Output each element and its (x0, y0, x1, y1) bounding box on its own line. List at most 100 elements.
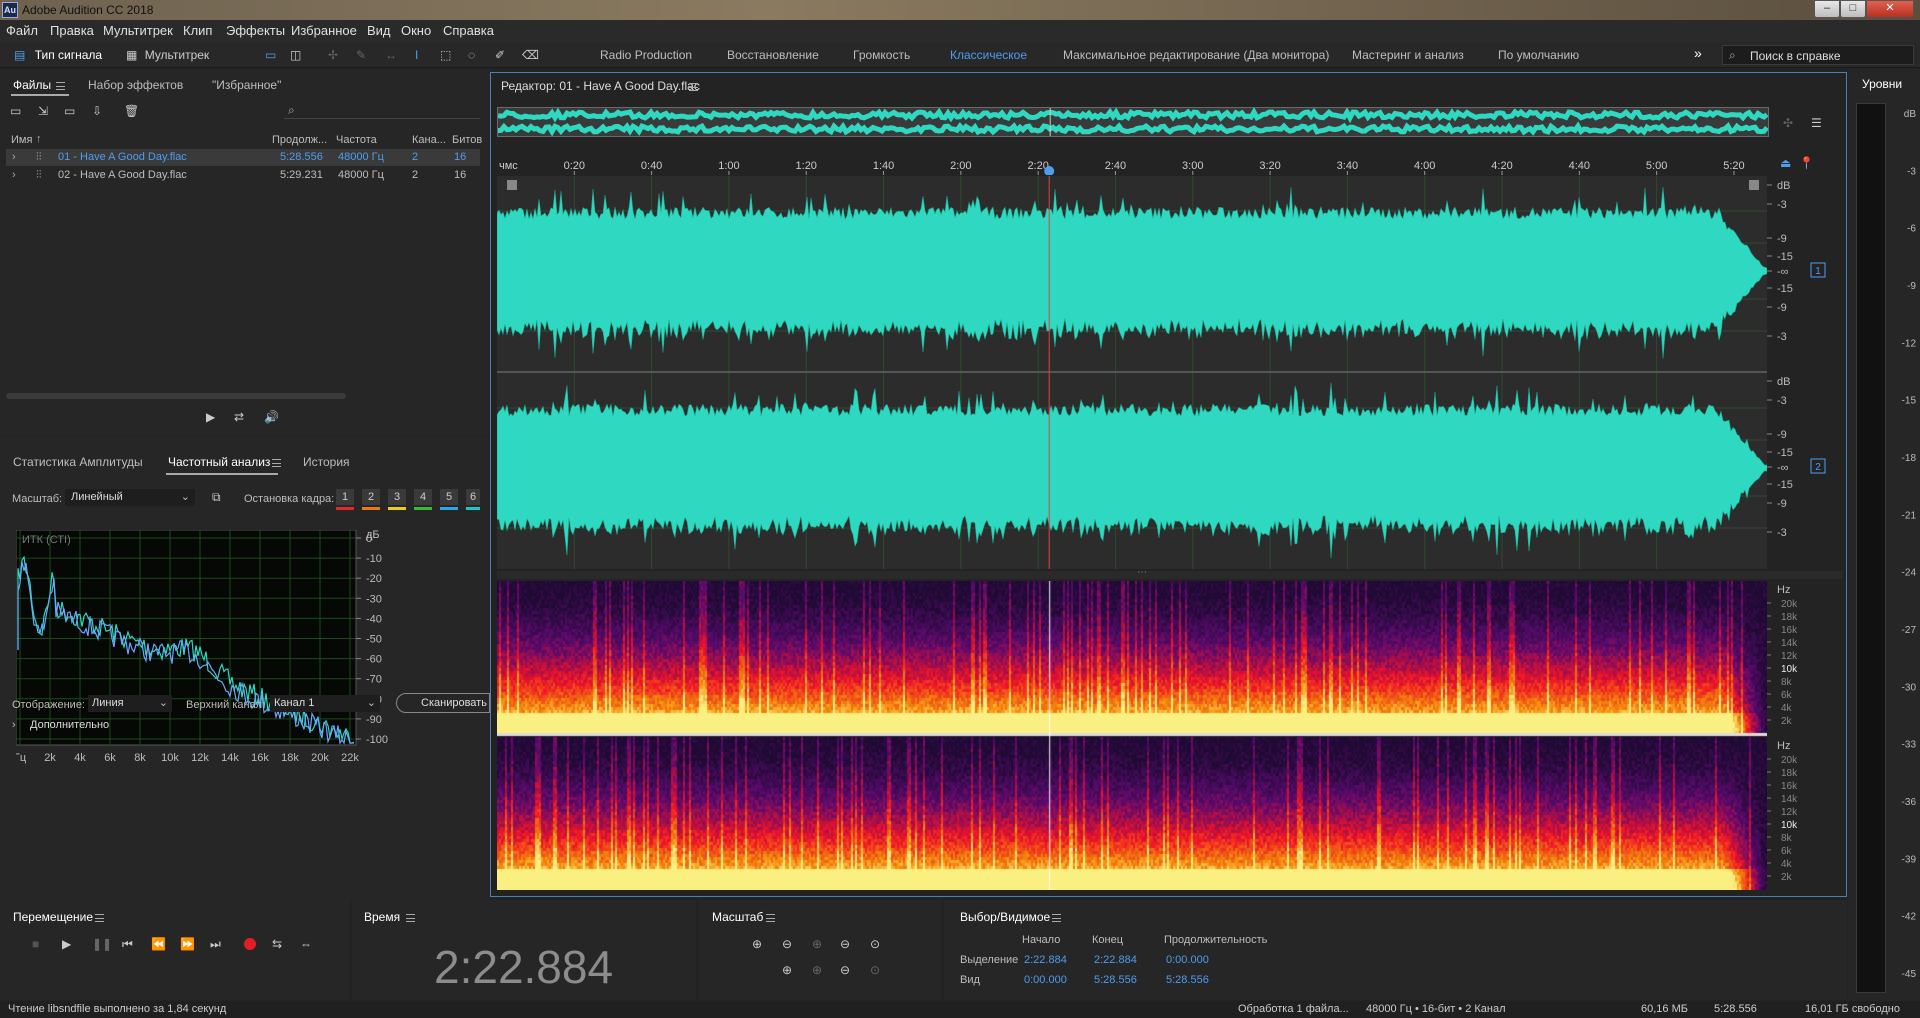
scan-button[interactable]: Сканировать (396, 693, 490, 713)
stop-icon[interactable]: ■ (32, 936, 39, 952)
tab-effects-rack[interactable]: Набор эффектов (88, 78, 183, 92)
menu-edit[interactable]: Правка (50, 23, 94, 38)
menu-file[interactable]: Файл (6, 23, 38, 38)
workspace-max-editing[interactable]: Максимальное редактирование (Два монитор… (1063, 48, 1329, 62)
waveform-view-button[interactable]: ▤ Тип сигнала (14, 45, 114, 65)
workspace-mastering[interactable]: Мастеринг и анализ (1352, 48, 1464, 62)
skip-selection-icon[interactable]: ⇔ (300, 936, 312, 952)
marquee-tool-icon[interactable]: ⬚ (440, 45, 451, 65)
tab-amplitude-stats[interactable]: Статистика Амплитуды (13, 455, 143, 469)
new-window-icon[interactable]: ⧉ (212, 489, 221, 505)
slip-tool-icon[interactable]: ↔ (385, 45, 397, 65)
spectral-display-icon[interactable]: ◫ (290, 45, 301, 65)
zoom-to-selection-icon[interactable]: ✣ (1783, 115, 1793, 131)
autoplay-icon[interactable]: 🔊 (264, 409, 279, 425)
marker-icon[interactable]: 📍 (1799, 155, 1814, 171)
new-file-icon[interactable]: ▭ (64, 103, 75, 119)
workspace-default[interactable]: По умолчанию (1498, 48, 1579, 62)
zoom-in-right-icon[interactable]: ⊕ (812, 962, 822, 978)
time-display[interactable]: 2:22.884 (434, 940, 613, 994)
tab-files[interactable]: Файлы (13, 78, 51, 92)
selection-duration[interactable]: 0:00.000 (1166, 954, 1209, 966)
view-duration[interactable]: 5:28.556 (1166, 974, 1209, 986)
table-row[interactable]: › ⫶⫶ 02 - Have A Good Day.flac 5:29.231 … (6, 167, 480, 184)
top-channel-dropdown[interactable]: Канал 1 ⌄ (270, 695, 380, 712)
fast-forward-icon[interactable]: ⏩ (180, 936, 195, 952)
chevron-right-icon[interactable]: › (12, 719, 16, 731)
zoom-selection-icon[interactable]: ⊙ (870, 962, 880, 978)
rewind-icon[interactable]: ⏪ (151, 936, 166, 952)
zoom-out-full-icon[interactable]: ⊖ (840, 936, 850, 952)
view-end[interactable]: 5:28.556 (1094, 974, 1137, 986)
workspace-classic[interactable]: Классическое (950, 48, 1027, 62)
view-start[interactable]: 0:00.000 (1024, 974, 1067, 986)
zoom-in-amplitude-icon[interactable]: ⊕ (752, 936, 762, 952)
selection-start[interactable]: 2:22.884 (1024, 954, 1067, 966)
analysis-menu-icon[interactable] (272, 459, 281, 467)
files-search-input[interactable]: ⌕ (284, 103, 480, 119)
workspace-radio-production[interactable]: Radio Production (600, 48, 692, 62)
table-row[interactable]: › ⫶⫶ 01 - Have A Good Day.flac 5:28.556 … (6, 149, 480, 166)
spot-healing-icon[interactable]: ⌫ (522, 45, 539, 65)
files-scrollbar[interactable] (6, 393, 346, 399)
transport-menu-icon[interactable] (95, 914, 104, 922)
move-tool-icon[interactable]: ✢ (328, 45, 338, 65)
menu-window[interactable]: Окно (401, 23, 431, 38)
help-search-box[interactable]: ⌕ Поиск в справке (1722, 45, 1914, 65)
play-icon[interactable]: ▶ (206, 409, 215, 425)
zoom-fit-icon[interactable]: ⊙ (870, 936, 880, 952)
more-workspaces-icon[interactable]: » (1694, 45, 1702, 61)
freeze-key-5[interactable]: 5 (440, 489, 458, 505)
editor-menu-icon[interactable] (689, 83, 698, 91)
zoom-menu-icon[interactable] (766, 914, 775, 922)
col-duration[interactable]: Продолж... (272, 134, 327, 146)
waveform-display-icon[interactable]: ▭ (265, 45, 276, 65)
tab-frequency-analysis[interactable]: Частотный анализ (168, 455, 270, 469)
menu-effects[interactable]: Эффекты (226, 23, 285, 38)
timeline-ruler[interactable]: чмс 0:20 0:40 1:00 1:20 1:40 2:00 2:20 2:40 3:00 3… (497, 155, 1777, 175)
menu-multitrack[interactable]: Мультитрек (103, 23, 173, 38)
freeze-key-1[interactable]: 1 (336, 489, 354, 505)
freeze-key-4[interactable]: 4 (414, 489, 432, 505)
go-to-end-icon[interactable]: ⏭ (210, 936, 221, 952)
zoom-in-left-icon[interactable]: ⊕ (782, 962, 792, 978)
workspace-loudness[interactable]: Громкость (853, 48, 910, 62)
freeze-key-6[interactable]: 6 (466, 489, 480, 505)
zoom-out-selection-icon[interactable]: ⊖ (840, 962, 850, 978)
loop-icon[interactable]: ⇆ (272, 936, 282, 952)
go-to-start-icon[interactable]: ⏮ (122, 936, 133, 952)
spectrum-graph[interactable]: 0-10-20-30-40-50-60-70-80-90-100дБГц2k4k… (16, 530, 432, 800)
advanced-toggle[interactable]: Дополнительно (30, 719, 109, 731)
pause-icon[interactable]: ❚❚ (92, 936, 112, 952)
freeze-key-3[interactable]: 3 (388, 489, 406, 505)
chevron-right-icon[interactable]: › (12, 151, 16, 163)
scale-dropdown[interactable]: Линейный ⌄ (65, 489, 195, 506)
menu-list-icon[interactable]: ☰ (1811, 115, 1822, 131)
insert-multitrack-icon[interactable]: ⇩ (92, 103, 102, 119)
brush-tool-icon[interactable]: ✐ (495, 45, 505, 65)
col-bits[interactable]: Битов (452, 134, 482, 146)
spectrogram-area[interactable] (497, 581, 1767, 890)
selection-menu-icon[interactable] (1052, 914, 1061, 922)
tab-history[interactable]: История (303, 455, 350, 469)
freeze-key-2[interactable]: 2 (362, 489, 380, 505)
tab-favorites[interactable]: "Избранное" (212, 78, 281, 92)
display-dropdown[interactable]: Линия ⌄ (88, 695, 172, 712)
maximize-button[interactable]: □ (1840, 0, 1866, 18)
menu-favorites[interactable]: Избранное (291, 23, 357, 38)
close-button[interactable]: ✕ (1866, 0, 1914, 18)
menu-help[interactable]: Справка (443, 23, 494, 38)
open-file-icon[interactable]: ▭ (10, 103, 21, 119)
zoom-in-time-icon[interactable]: ⊕ (812, 936, 822, 952)
menu-view[interactable]: Вид (367, 23, 391, 38)
col-rate[interactable]: Частота (336, 134, 377, 146)
timeline-snap-icon[interactable]: ⏏ (1780, 155, 1791, 171)
lasso-tool-icon[interactable]: ◌ (468, 45, 475, 65)
delete-icon[interactable]: 🗑 (124, 103, 139, 119)
files-menu-icon[interactable] (56, 82, 65, 90)
time-menu-icon[interactable] (406, 914, 415, 922)
loop-play-icon[interactable]: ⇄ (234, 409, 244, 425)
import-file-icon[interactable]: ⇲ (38, 103, 48, 119)
zoom-out-amplitude-icon[interactable]: ⊖ (782, 936, 792, 952)
overview-navigator[interactable] (497, 107, 1769, 137)
